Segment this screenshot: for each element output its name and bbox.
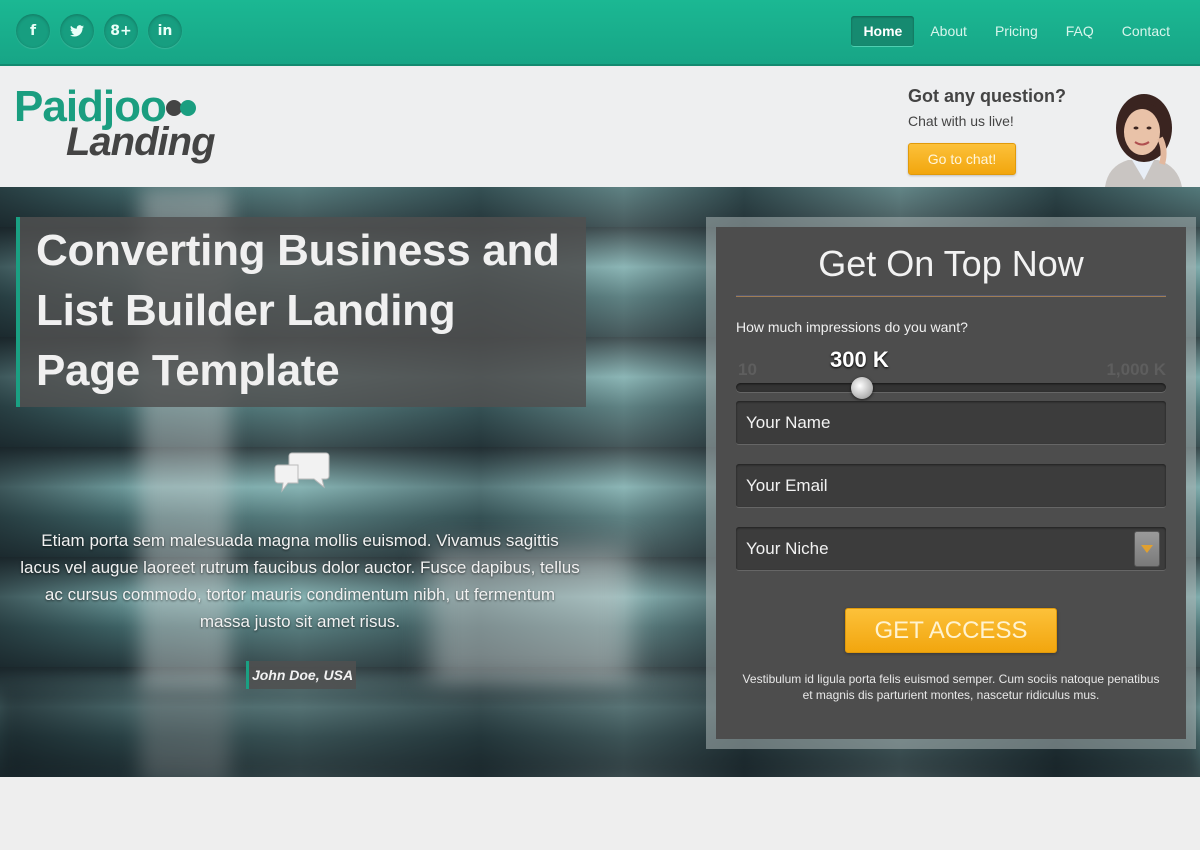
linkedin-icon[interactable]: in	[148, 14, 182, 48]
form-title: Get On Top Now	[818, 243, 1084, 284]
twitter-icon[interactable]	[60, 14, 94, 48]
page-bottom	[0, 777, 1200, 850]
chat-bubbles-icon	[274, 449, 330, 501]
impressions-label: How much impressions do you want?	[736, 319, 968, 335]
chevron-down-icon	[1141, 545, 1153, 553]
nav-contact[interactable]: Contact	[1110, 16, 1182, 47]
page-title: Converting Business and List Builder Lan…	[36, 226, 560, 395]
nav-home[interactable]: Home	[851, 16, 915, 47]
nav-pricing[interactable]: Pricing	[983, 16, 1050, 47]
main-nav: Home About Pricing FAQ Contact	[851, 16, 1182, 47]
dropdown-toggle[interactable]	[1134, 531, 1160, 567]
headline-box: Converting Business and List Builder Lan…	[16, 217, 586, 407]
go-to-chat-button[interactable]: Go to chat!	[908, 143, 1016, 175]
impressions-slider-track[interactable]	[736, 383, 1166, 392]
email-field[interactable]: Your Email	[736, 464, 1166, 508]
niche-select-value: Your Niche	[746, 539, 829, 558]
support-title: Got any question?	[908, 86, 1067, 106]
support-subtitle: Chat with us live!	[908, 113, 1014, 129]
form-disclaimer: Vestibulum id ligula porta felis euismod…	[742, 672, 1160, 702]
google-plus-icon[interactable]: 8+	[104, 14, 138, 48]
niche-select[interactable]: Your Niche	[736, 527, 1166, 571]
facebook-icon[interactable]: f	[16, 14, 50, 48]
logo-text-secondary: Landing	[66, 120, 216, 164]
get-access-button[interactable]: GET ACCESS	[845, 608, 1057, 653]
divider	[736, 295, 1166, 297]
testimonial-author: John Doe, USA	[246, 661, 356, 689]
impressions-slider-handle[interactable]	[850, 377, 873, 399]
hero-section: Converting Business and List Builder Lan…	[0, 187, 1200, 777]
slider-min-label: 10	[738, 360, 757, 379]
name-field[interactable]: Your Name	[736, 401, 1166, 445]
nav-about[interactable]: About	[918, 16, 979, 47]
site-header: Paidjoo Landing Got any question? Chat w…	[0, 68, 1200, 187]
signup-form: Get On Top Now How much impressions do y…	[716, 227, 1186, 739]
testimonial-text: Etiam porta sem malesuada magna mollis e…	[20, 531, 580, 631]
top-bar: f 8+ in Home About Pricing FAQ Contact	[0, 0, 1200, 66]
support-agent-image	[1080, 88, 1190, 187]
slider-max-label: 1,000 K	[1106, 360, 1166, 379]
logo-dot-green	[180, 100, 196, 116]
nav-faq[interactable]: FAQ	[1054, 16, 1106, 47]
signup-form-frame: Get On Top Now How much impressions do y…	[706, 217, 1196, 749]
slider-value-label: 300 K	[830, 347, 889, 372]
